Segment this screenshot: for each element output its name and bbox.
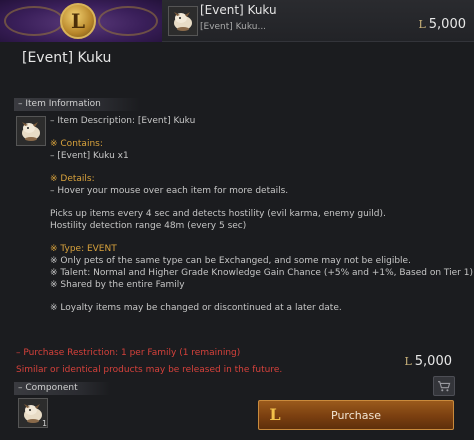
shopping-cart-icon [438, 381, 451, 392]
header-item-title: [Event] Kuku [200, 3, 277, 17]
add-to-cart-button[interactable] [433, 376, 455, 396]
details-hover: – Hover your mouse over each item for mo… [50, 186, 289, 196]
currency-icon: L [404, 355, 412, 368]
event-banner: L [0, 0, 162, 42]
contains-label: ※ Contains: [50, 139, 103, 149]
item-information-header: – Item Information [14, 98, 140, 111]
component-header: – Component [14, 382, 110, 395]
shared-line: ※ Shared by the entire Family [50, 280, 185, 290]
purchase-button[interactable]: L Purchase [258, 400, 454, 430]
purchase-restriction: – Purchase Restriction: 1 per Family (1 … [16, 348, 241, 358]
talent-line: ※ Talent: Normal and Higher Grade Knowle… [50, 268, 473, 278]
kuku-pet-icon [16, 116, 46, 146]
header-item-subtitle: [Event] Kuku... [200, 22, 267, 32]
banner-ornament-left [4, 6, 64, 36]
total-price: L 5,000 [404, 354, 452, 369]
banner-ornament-right [98, 6, 158, 36]
currency-icon: L [418, 18, 426, 31]
header-price: L 5,000 [418, 17, 466, 32]
contains-item: – [Event] Kuku x1 [50, 151, 129, 161]
loyalty-logo-icon: L [269, 405, 281, 424]
loyalty-coin-icon: L [60, 3, 96, 39]
item-header: L [Event] Kuku [Event] Kuku... L 5,000 [0, 0, 474, 42]
hostility-line: Hostility detection range 48m (every 5 s… [50, 221, 247, 231]
type-line: ※ Type: EVENT [50, 244, 117, 254]
kuku-pet-icon [168, 6, 198, 36]
similar-notice: Similar or identical products may be rel… [16, 365, 283, 375]
pickup-line: Picks up items every 4 sec and detects h… [50, 209, 386, 219]
total-price-value: 5,000 [414, 354, 452, 369]
loyalty-line: ※ Loyalty items may be changed or discon… [50, 303, 342, 313]
purchase-button-label: Purchase [331, 408, 381, 422]
component-count: 1 [42, 419, 48, 428]
item-description: – Item Description: [Event] Kuku [50, 116, 196, 126]
exchange-line: ※ Only pets of the same type can be Exch… [50, 256, 411, 266]
header-price-value: 5,000 [428, 17, 466, 32]
details-label: ※ Details: [50, 174, 95, 184]
page-title: [Event] Kuku [22, 50, 112, 66]
